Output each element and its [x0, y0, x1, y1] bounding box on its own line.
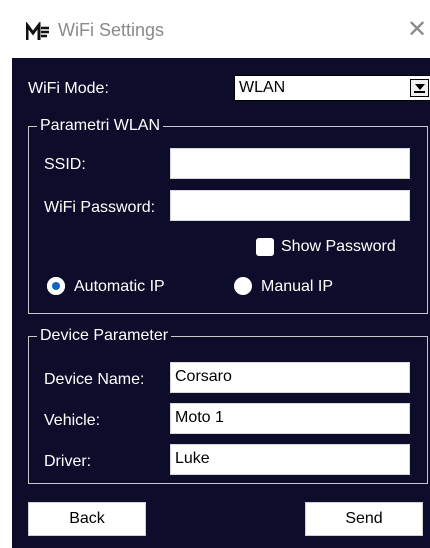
wifi-mode-value: WLAN: [239, 79, 286, 96]
wifi-mode-label: WiFi Mode:: [28, 80, 109, 97]
send-button[interactable]: Send: [305, 502, 423, 536]
automatic-ip-label[interactable]: Automatic IP: [74, 278, 165, 296]
manual-ip-radio[interactable]: [234, 277, 252, 295]
vehicle-input[interactable]: Moto 1: [170, 403, 410, 434]
title-bar: WiFi Settings ✕: [0, 0, 430, 58]
dropdown-arrow-icon[interactable]: [410, 79, 429, 97]
wlan-group-title: Parametri WLAN: [37, 117, 164, 135]
dialog-body: WiFi Mode: WLAN Parametri WLAN SSID: WiF…: [12, 58, 430, 548]
vehicle-label: Vehicle:: [44, 412, 101, 429]
logo-icon: [26, 22, 49, 40]
wifi-settings-window: WiFi Settings ✕ WiFi Mode: WLAN Parametr…: [0, 0, 430, 548]
wifi-password-label: WiFi Password:: [44, 199, 156, 216]
driver-label: Driver:: [44, 453, 92, 470]
ssid-label: SSID:: [44, 156, 86, 173]
manual-ip-label[interactable]: Manual IP: [261, 278, 333, 296]
show-password-label[interactable]: Show Password: [281, 238, 396, 256]
wifi-mode-select[interactable]: WLAN: [234, 75, 430, 101]
back-button[interactable]: Back: [28, 502, 146, 536]
ssid-input[interactable]: [170, 148, 410, 179]
device-group-title: Device Parameter: [37, 327, 172, 345]
device-name-label: Device Name:: [44, 371, 145, 388]
automatic-ip-radio[interactable]: [47, 277, 65, 295]
wifi-password-input[interactable]: [170, 190, 410, 221]
driver-input[interactable]: Luke: [170, 444, 410, 475]
window-title: WiFi Settings: [58, 20, 165, 40]
show-password-checkbox[interactable]: [256, 238, 274, 256]
close-icon[interactable]: ✕: [404, 17, 430, 43]
device-name-input[interactable]: Corsaro: [170, 362, 410, 393]
